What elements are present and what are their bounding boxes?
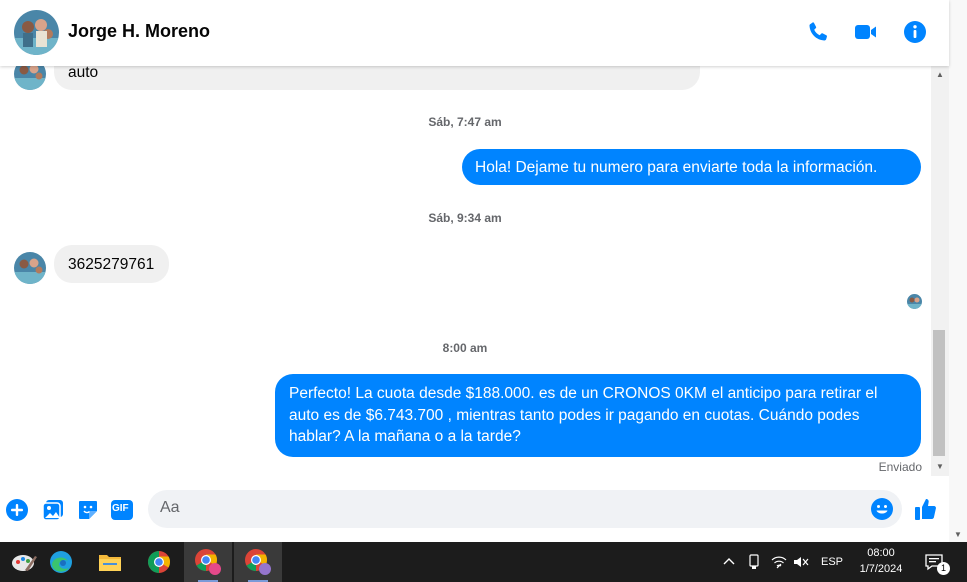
seen-indicator-avatar [907, 294, 922, 309]
timestamp: 8:00 am [442, 341, 488, 355]
message-text: 3625279761 [68, 256, 155, 273]
attach-photo-button[interactable] [40, 497, 66, 523]
usb-device-icon [749, 554, 759, 569]
folder-icon [99, 555, 121, 571]
contact-avatar[interactable] [14, 10, 59, 55]
edge-browser-icon [50, 551, 72, 573]
message-status: Enviado [878, 460, 922, 474]
chevron-up-icon [723, 558, 735, 565]
voice-call-button[interactable] [804, 18, 832, 46]
taskbar-app-file-explorer[interactable] [86, 542, 134, 582]
network-button[interactable] [771, 542, 787, 582]
clock-time: 08:00 [867, 547, 895, 559]
volume-muted-icon [794, 557, 809, 567]
more-actions-button[interactable] [4, 497, 30, 523]
video-icon [855, 25, 876, 39]
message-text-line: Perfecto! La cuota desde $188.000. es de… [289, 385, 878, 402]
plus-circle-icon [6, 499, 28, 521]
message-input[interactable] [160, 499, 860, 517]
outgoing-message[interactable]: Hola! Dejame tu numero para enviarte tod… [462, 149, 921, 185]
send-like-button[interactable] [912, 495, 940, 523]
emoji-icon [871, 498, 893, 520]
message-text: auto [68, 64, 99, 81]
timestamp: Sáb, 9:34 am [428, 211, 502, 225]
gif-button[interactable]: GIF [109, 497, 135, 523]
chat-header: Jorge H. Moreno [0, 0, 949, 66]
chrome-profile-icon [245, 549, 271, 575]
message-input-container[interactable] [148, 490, 902, 528]
contact-name[interactable]: Jorge H. Moreno [68, 21, 210, 42]
info-icon [904, 21, 926, 43]
scroll-down-arrow[interactable]: ▼ [934, 462, 946, 472]
message-text-line: hablar? A la mañana o a la tarde? [289, 428, 521, 445]
notifications-button[interactable]: 1 [924, 542, 957, 582]
timestamp: Sáb, 7:47 am [428, 115, 502, 129]
clock-date: 1/7/2024 [859, 563, 903, 575]
chrome-profile-icon [195, 549, 221, 575]
scrollbar-thumb[interactable] [933, 330, 945, 456]
messenger-window: Jorge H. Moreno auto Sáb, 7:47 am Hola! … [0, 0, 967, 582]
scroll-up-arrow[interactable]: ▲ [934, 70, 946, 80]
gif-label: GIF [112, 503, 129, 514]
language-indicator[interactable]: ESP [821, 542, 843, 582]
page-scroll-down-arrow[interactable]: ▼ [954, 530, 962, 539]
sticker-button[interactable] [75, 497, 101, 523]
paint-palette-icon [12, 555, 37, 571]
wifi-icon [771, 556, 787, 569]
taskbar-app-chrome-profile-c[interactable] [184, 542, 232, 582]
phone-icon [809, 22, 827, 41]
emoji-button[interactable] [870, 497, 894, 521]
taskbar-clock[interactable]: 08:00 1/7/2024 [850, 545, 912, 577]
tray-device-icon-button[interactable] [747, 542, 761, 582]
notification-count-badge: 1 [937, 561, 950, 575]
show-hidden-icons-button[interactable] [722, 542, 736, 582]
outgoing-message[interactable]: Perfecto! La cuota desde $188.000. es de… [275, 374, 921, 457]
taskbar-app-edge[interactable] [37, 542, 85, 582]
message-text: Hola! Dejame tu numero para enviarte tod… [475, 159, 878, 176]
volume-button[interactable] [793, 542, 809, 582]
taskbar-app-chrome[interactable] [135, 542, 183, 582]
sticker-icon [79, 501, 97, 519]
chrome-icon [148, 551, 170, 573]
conversation-info-button[interactable] [901, 18, 929, 46]
video-call-button[interactable] [852, 18, 880, 46]
contact-message-avatar[interactable] [14, 252, 46, 284]
message-text-line: auto es de $6.743.700 , mientras tanto p… [289, 406, 860, 424]
photo-icon [42, 500, 63, 521]
taskbar-app-chrome-profile-2[interactable] [234, 542, 282, 582]
incoming-message[interactable]: 3625279761 [54, 245, 169, 283]
thumbs-up-icon [915, 499, 936, 520]
page-scrollbar[interactable] [949, 0, 967, 542]
